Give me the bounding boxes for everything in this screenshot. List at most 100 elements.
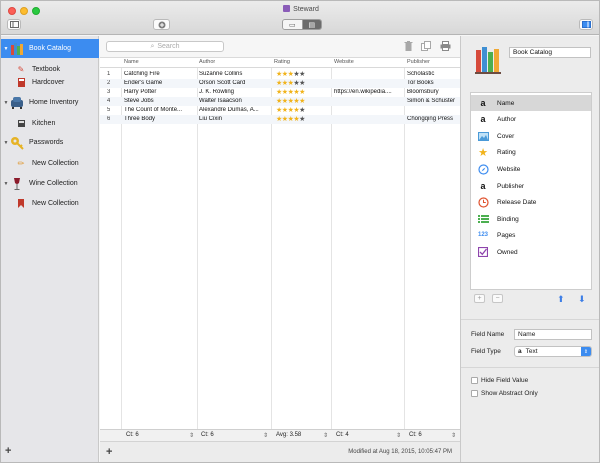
- table-row[interactable]: 3 Harry Potter J. K. Rowling ★★★★★ https…: [100, 88, 460, 97]
- catalog-name-field[interactable]: Book Catalog: [509, 47, 591, 58]
- column-header-website[interactable]: Website: [334, 59, 354, 65]
- stepper-icon[interactable]: ⇕: [451, 432, 456, 439]
- trash-icon[interactable]: [402, 40, 414, 52]
- move-field-down-icon[interactable]: ⬇: [578, 294, 586, 305]
- field-item-release-date[interactable]: Release Date: [471, 194, 591, 210]
- rating-stars[interactable]: ★★★★★: [276, 116, 305, 123]
- cell-author[interactable]: Suzanne Collins: [199, 71, 269, 77]
- cell-author[interactable]: J. K. Rowling: [199, 89, 269, 95]
- field-item-author[interactable]: a Author: [471, 111, 591, 127]
- sidebar-item-kitchen[interactable]: Kitchen: [1, 117, 99, 130]
- sidebar-item-passwords[interactable]: ▼ Passwords: [1, 133, 99, 152]
- sidebar-item-new-collection-wine[interactable]: New Collection: [1, 197, 99, 210]
- sidebar-toggle-icon: [9, 21, 19, 28]
- add-record-button[interactable]: [153, 19, 170, 30]
- empty-star-icon[interactable]: ★: [299, 116, 305, 123]
- view-mode-segmented-control[interactable]: ▭ ▤: [282, 19, 322, 30]
- column-header-publisher[interactable]: Publisher: [407, 59, 430, 65]
- cell-website[interactable]: https://en.wikipedia....: [334, 89, 402, 95]
- stepper-icon[interactable]: ⇕: [323, 432, 328, 439]
- summary-website[interactable]: Ct: 4: [336, 432, 349, 438]
- cell-publisher[interactable]: Bloomsbury: [407, 89, 459, 95]
- field-item-owned[interactable]: Owned: [471, 244, 591, 260]
- table-row[interactable]: 1 Catching Fire Suzanne Collins ★★★★★ Sc…: [100, 70, 460, 79]
- sidebar-item-textbook[interactable]: ✎ Textbook: [1, 63, 99, 76]
- field-item-publisher[interactable]: a Publisher: [471, 178, 591, 194]
- rating-stars[interactable]: ★★★★★: [276, 71, 305, 78]
- summary-author[interactable]: Ct: 6: [201, 432, 214, 438]
- cell-publisher[interactable]: Scholastic: [407, 71, 459, 77]
- cell-author[interactable]: Walter Isaacson: [199, 98, 269, 104]
- table-view-button[interactable]: ▤: [302, 20, 321, 29]
- print-icon[interactable]: [439, 40, 451, 52]
- cell-author[interactable]: Alexandre Dumas, A...: [199, 107, 269, 113]
- add-record-footer-button[interactable]: +: [106, 446, 112, 458]
- disclosure-triangle-icon[interactable]: ▼: [2, 46, 10, 52]
- summary-publisher[interactable]: Ct: 6: [409, 432, 422, 438]
- disclosure-triangle-icon[interactable]: ▼: [2, 181, 10, 187]
- duplicate-icon[interactable]: [420, 40, 432, 52]
- table-row[interactable]: 5 The Count of Monte... Alexandre Dumas,…: [100, 106, 460, 115]
- toggle-inspector-button[interactable]: [579, 19, 593, 30]
- column-header-rating[interactable]: Rating: [274, 59, 290, 65]
- sidebar-item-book-catalog[interactable]: ▼ Book Catalog: [1, 39, 99, 58]
- cell-name[interactable]: Ender's Game: [124, 80, 196, 86]
- stepper-icon[interactable]: ⇕: [189, 432, 194, 439]
- column-header-name[interactable]: Name: [124, 59, 139, 65]
- add-field-button[interactable]: +: [474, 294, 485, 303]
- field-name-input[interactable]: Name: [514, 329, 592, 340]
- cell-publisher[interactable]: Chongqing Press: [407, 116, 459, 122]
- cell-author[interactable]: Liu Cixin: [199, 116, 269, 122]
- disclosure-triangle-icon[interactable]: ▼: [2, 100, 10, 106]
- toggle-sidebar-button[interactable]: [7, 19, 21, 30]
- field-label: Website: [497, 165, 521, 173]
- table-row[interactable]: 2 Ender's Game Orson Scott Card ★★★★★ To…: [100, 79, 460, 88]
- empty-star-icon[interactable]: ★: [299, 71, 305, 78]
- cell-name[interactable]: Steve Jobs: [124, 98, 196, 104]
- sidebar-item-wine-collection[interactable]: ▼ Wine Collection: [1, 174, 99, 193]
- hide-field-value-checkbox[interactable]: [471, 377, 478, 384]
- search-field[interactable]: ⌕ Search: [106, 41, 224, 52]
- cell-publisher[interactable]: Tor Books: [407, 80, 459, 86]
- stepper-icon[interactable]: ⇕: [263, 432, 268, 439]
- field-item-rating[interactable]: ★ Rating: [471, 144, 591, 160]
- field-item-binding[interactable]: Binding: [471, 211, 591, 227]
- grid-view-button[interactable]: ▭: [283, 20, 303, 29]
- field-type-select[interactable]: a Text ⇕: [514, 346, 592, 357]
- cell-name[interactable]: Harry Potter: [124, 89, 196, 95]
- table-row[interactable]: 4 Steve Jobs Walter Isaacson ★★★★★ Simon…: [100, 97, 460, 106]
- column-header-author[interactable]: Author: [199, 59, 215, 65]
- empty-star-icon[interactable]: ★: [299, 80, 305, 87]
- cell-author[interactable]: Orson Scott Card: [199, 80, 269, 86]
- summary-name[interactable]: Ct: 6: [126, 432, 139, 438]
- rating-stars[interactable]: ★★★★★: [276, 80, 305, 87]
- empty-star-icon[interactable]: ★: [299, 107, 305, 114]
- show-abstract-only-checkbox[interactable]: [471, 390, 478, 397]
- filled-star-icon[interactable]: ★: [299, 98, 305, 105]
- cell-name[interactable]: Three Body: [124, 116, 196, 122]
- cell-publisher[interactable]: Simon & Schuster: [407, 98, 459, 104]
- rating-stars[interactable]: ★★★★★: [276, 89, 305, 96]
- sidebar-item-home-inventory[interactable]: ▼ Home Inventory: [1, 93, 99, 112]
- cell-name[interactable]: Catching Fire: [124, 71, 196, 77]
- remove-field-button[interactable]: −: [492, 294, 503, 303]
- rating-stars[interactable]: ★★★★★: [276, 107, 305, 114]
- summary-rating[interactable]: Avg: 3.58: [276, 432, 301, 438]
- field-item-cover[interactable]: Cover: [471, 128, 591, 144]
- clock-icon: [477, 196, 489, 208]
- table-row[interactable]: 6 Three Body Liu Cixin ★★★★★ Chongqing P…: [100, 115, 460, 124]
- field-item-name[interactable]: a Name: [471, 95, 591, 111]
- book-catalog-icon[interactable]: [475, 46, 501, 74]
- stepper-icon[interactable]: ⇕: [396, 432, 401, 439]
- sidebar-item-new-collection-passwords[interactable]: ✏ New Collection: [1, 157, 99, 170]
- filled-star-icon[interactable]: ★: [299, 89, 305, 96]
- row-number: 6: [107, 116, 111, 122]
- add-collection-button[interactable]: +: [5, 445, 11, 457]
- sidebar-item-hardcover[interactable]: Hardcover: [1, 76, 99, 89]
- move-field-up-icon[interactable]: ⬆: [557, 294, 565, 305]
- field-item-website[interactable]: Website: [471, 161, 591, 177]
- rating-stars[interactable]: ★★★★★: [276, 98, 305, 105]
- field-item-pages[interactable]: 123 Pages: [471, 227, 591, 243]
- disclosure-triangle-icon[interactable]: ▼: [2, 140, 10, 146]
- cell-name[interactable]: The Count of Monte...: [124, 107, 196, 113]
